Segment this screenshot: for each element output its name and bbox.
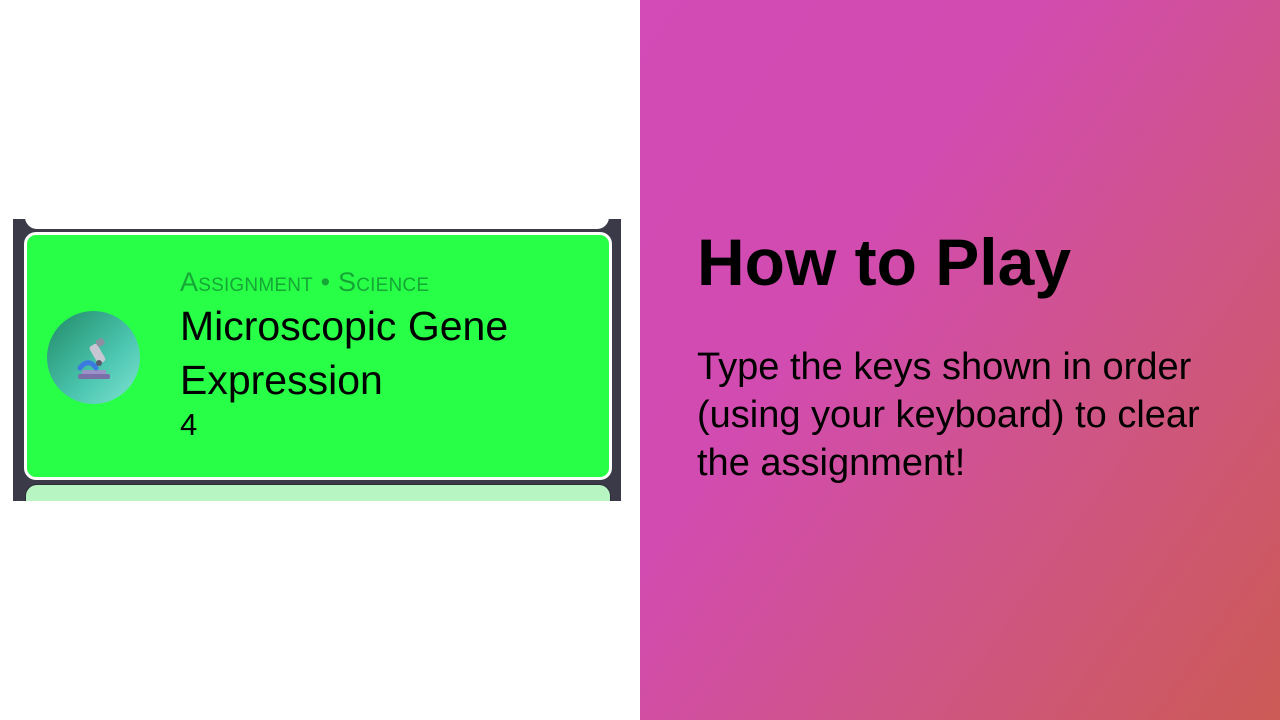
assignment-card-list: Assignment • Science Microscopic Gene Ex… [13,219,621,501]
microscope-icon [47,311,140,404]
previous-assignment-card [25,219,609,229]
assignment-preview-panel: Assignment • Science Microscopic Gene Ex… [0,0,640,720]
microscope-icon-graphic [77,337,110,379]
assignment-meta: Assignment • Science [180,267,430,297]
active-assignment-card[interactable]: Assignment • Science Microscopic Gene Ex… [24,232,612,480]
assignment-count: 4 [180,407,198,442]
instructions-panel: How to Play Type the keys shown in order… [640,0,1280,720]
assignment-card-text: Assignment • Science Microscopic Gene Ex… [180,265,600,443]
next-assignment-card [25,484,611,501]
how-to-play-instructions: Type the keys shown in order (using your… [697,346,1200,484]
how-to-play-heading: How to Play [697,225,1072,299]
assignment-title: Microscopic Gene Expression [180,303,509,403]
